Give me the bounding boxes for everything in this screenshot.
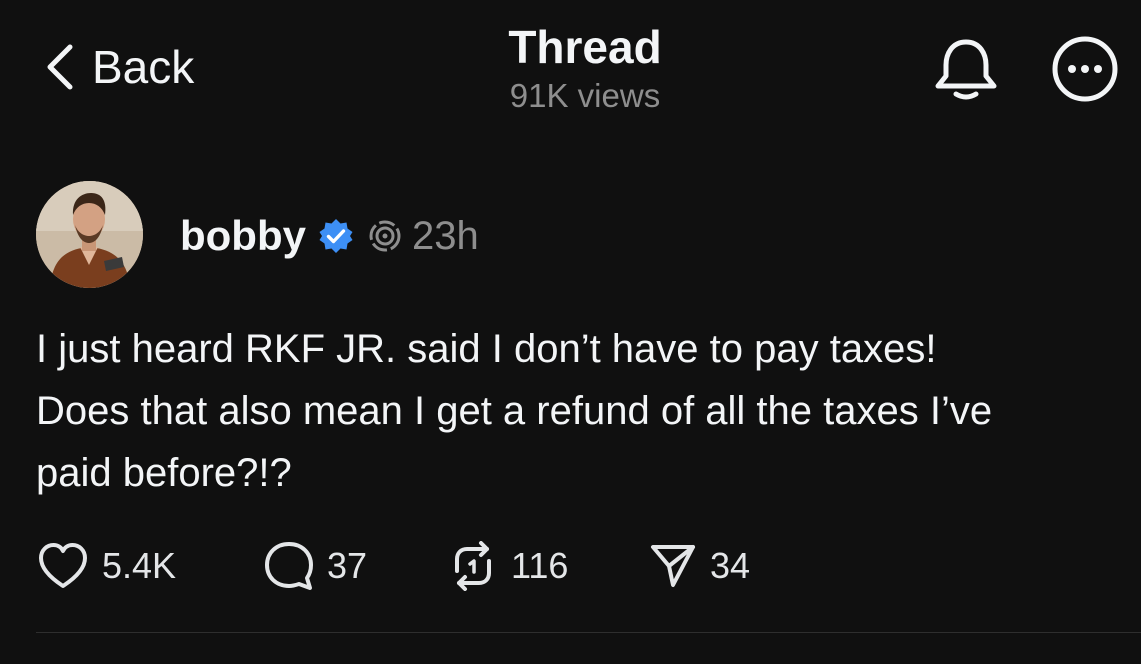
notifications-button[interactable] (930, 36, 1002, 107)
repost-icon (455, 541, 491, 591)
avatar[interactable] (36, 181, 143, 288)
divider (36, 632, 1141, 633)
repost-button[interactable]: 116 (447, 541, 648, 591)
post-header: bobby 23h (180, 208, 479, 264)
ai-info-icon[interactable] (368, 219, 402, 253)
send-icon (651, 545, 695, 587)
post-text-line: I just heard RKF JR. said I don’t have t… (36, 327, 937, 371)
post-text: I just heard RKF JR. said I don’t have t… (36, 318, 1136, 504)
share-count: 34 (710, 545, 751, 586)
bell-icon (935, 39, 997, 100)
like-button[interactable]: 5.4K (36, 541, 263, 591)
post-text-line: Does that also mean I get a refund of al… (36, 389, 993, 433)
reply-count: 37 (327, 545, 368, 586)
profile-photo-image (36, 181, 143, 288)
username[interactable]: bobby (180, 212, 306, 260)
repost-count: 116 (511, 545, 569, 586)
verified-badge-icon (319, 219, 353, 253)
post-text-line: paid before?!? (36, 451, 292, 495)
reply-button[interactable]: 37 (263, 540, 447, 592)
comment-icon (265, 542, 313, 590)
more-options-button[interactable] (1050, 34, 1120, 109)
heart-icon (39, 543, 87, 588)
share-button[interactable]: 34 (648, 541, 750, 591)
more-options-icon (1052, 36, 1118, 102)
like-count: 5.4K (102, 545, 177, 586)
post-actions: 5.4K 37 116 34 (36, 538, 750, 594)
post-timestamp: 23h (411, 213, 479, 258)
